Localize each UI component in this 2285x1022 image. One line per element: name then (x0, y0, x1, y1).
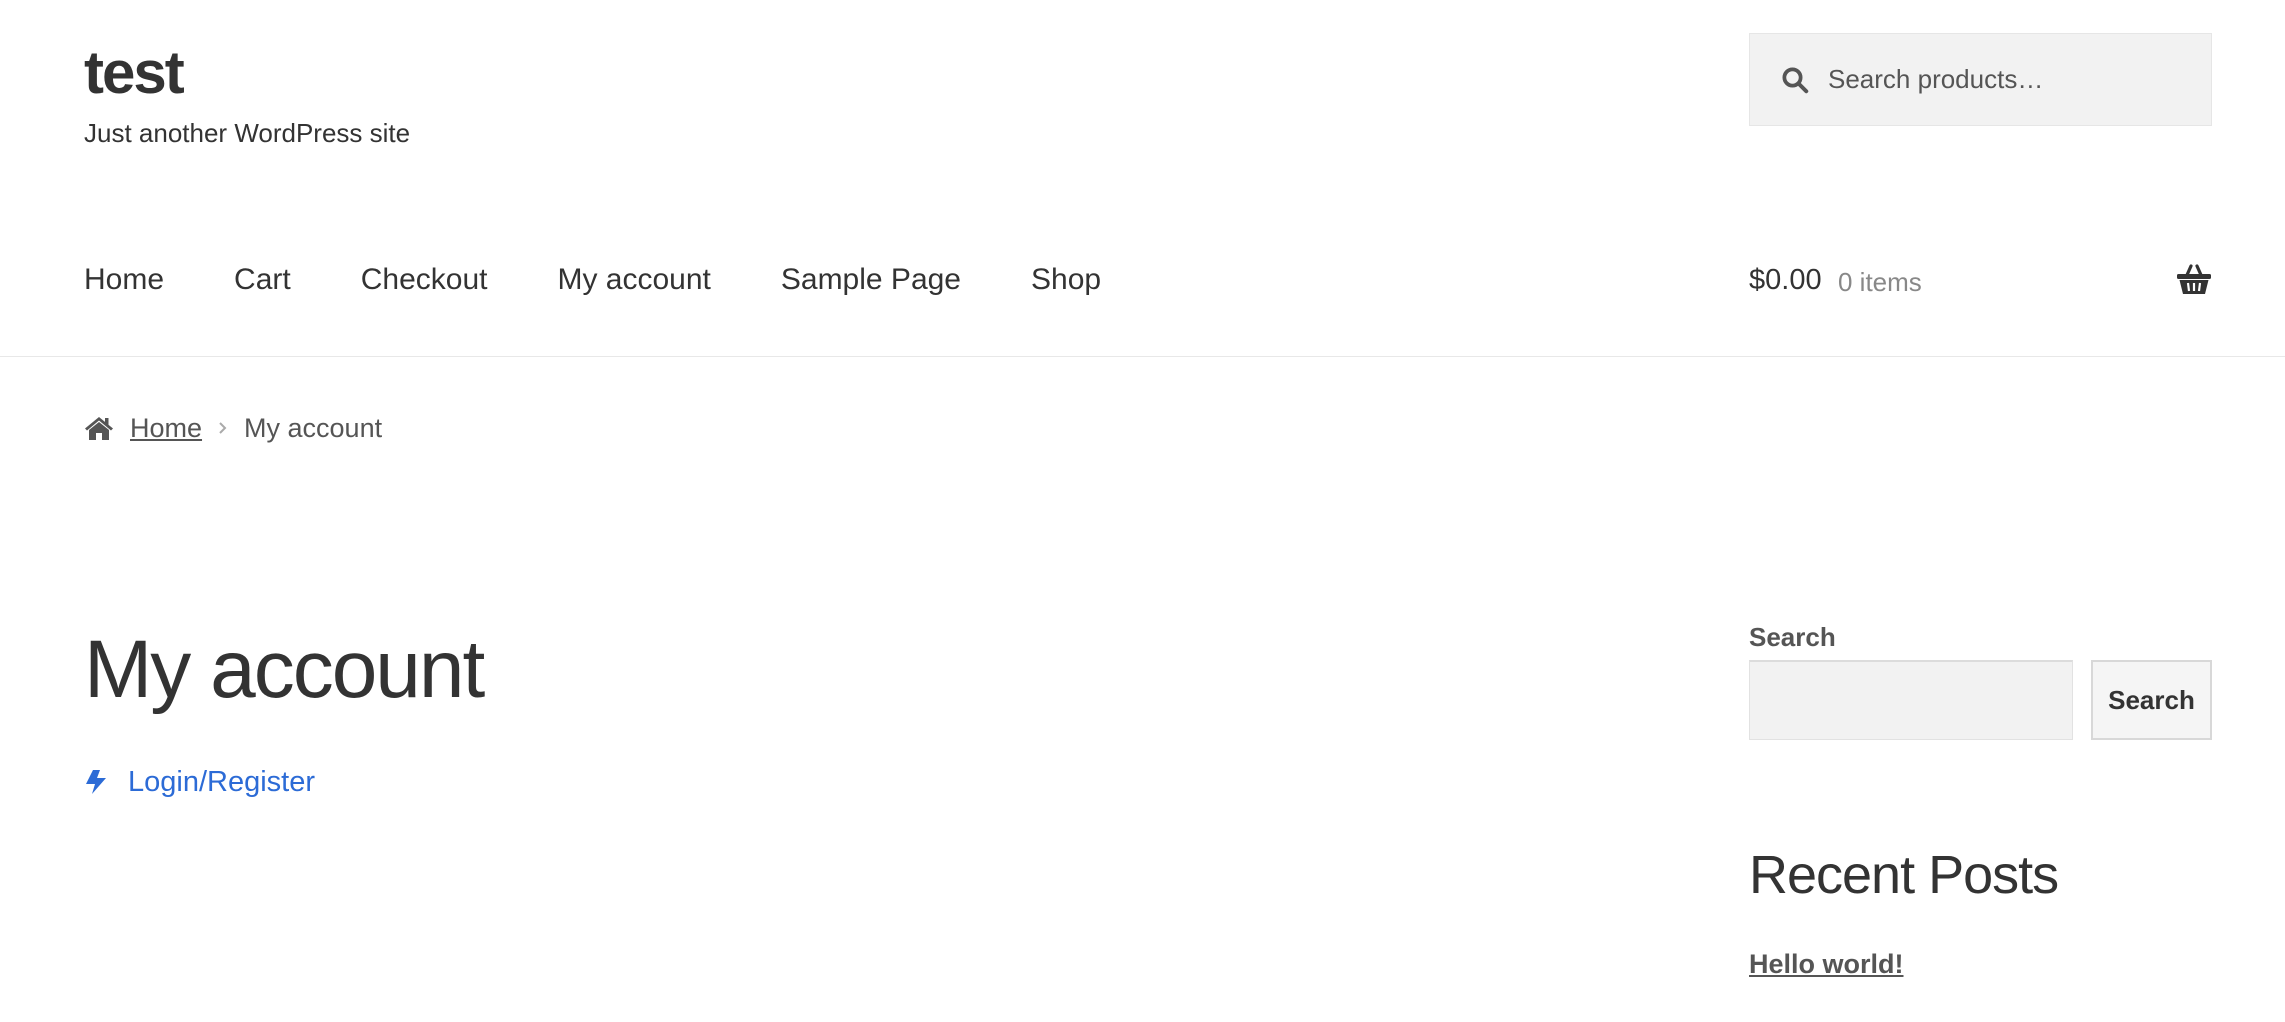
breadcrumb-home-link[interactable]: Home (130, 413, 202, 444)
nav-item-my-account[interactable]: My account (557, 258, 710, 302)
breadcrumb: Home My account (84, 410, 382, 446)
primary-nav: Home Cart Checkout My account Sample Pag… (84, 258, 1101, 302)
breadcrumb-current: My account (244, 412, 383, 443)
search-widget-title: Search (1749, 622, 1836, 652)
site-title[interactable]: test (84, 38, 185, 108)
recent-post-link[interactable]: Hello world! (1749, 946, 1904, 982)
page: test Just another WordPress site Home Ca… (0, 0, 2285, 1022)
nav-item-shop[interactable]: Shop (1031, 258, 1101, 302)
login-register-link[interactable]: Login/Register (84, 762, 315, 802)
nav-item-home[interactable]: Home (84, 258, 164, 302)
nav-item-checkout[interactable]: Checkout (361, 258, 488, 302)
site-tagline: Just another WordPress site (84, 118, 411, 148)
recent-posts-title: Recent Posts (1749, 845, 2059, 905)
cart-item-count[interactable]: 0 items (1838, 260, 1922, 304)
home-icon (85, 417, 113, 440)
chevron-right-icon (219, 422, 227, 434)
bolt-icon (86, 770, 106, 794)
basket-icon[interactable] (2176, 262, 2212, 296)
sidebar-search-button[interactable]: Search (2091, 660, 2212, 740)
nav-item-cart[interactable]: Cart (234, 258, 291, 302)
search-icon (1782, 67, 1809, 93)
login-register-label: Login/Register (128, 766, 315, 798)
sidebar-search-input[interactable] (1749, 660, 2073, 740)
product-search-box[interactable] (1749, 33, 2212, 126)
product-search-input[interactable] (1826, 63, 2186, 96)
header-divider (0, 356, 2285, 357)
page-title: My account (84, 624, 485, 715)
nav-item-sample-page[interactable]: Sample Page (781, 258, 961, 302)
cart-amount[interactable]: $0.00 (1749, 258, 1822, 302)
